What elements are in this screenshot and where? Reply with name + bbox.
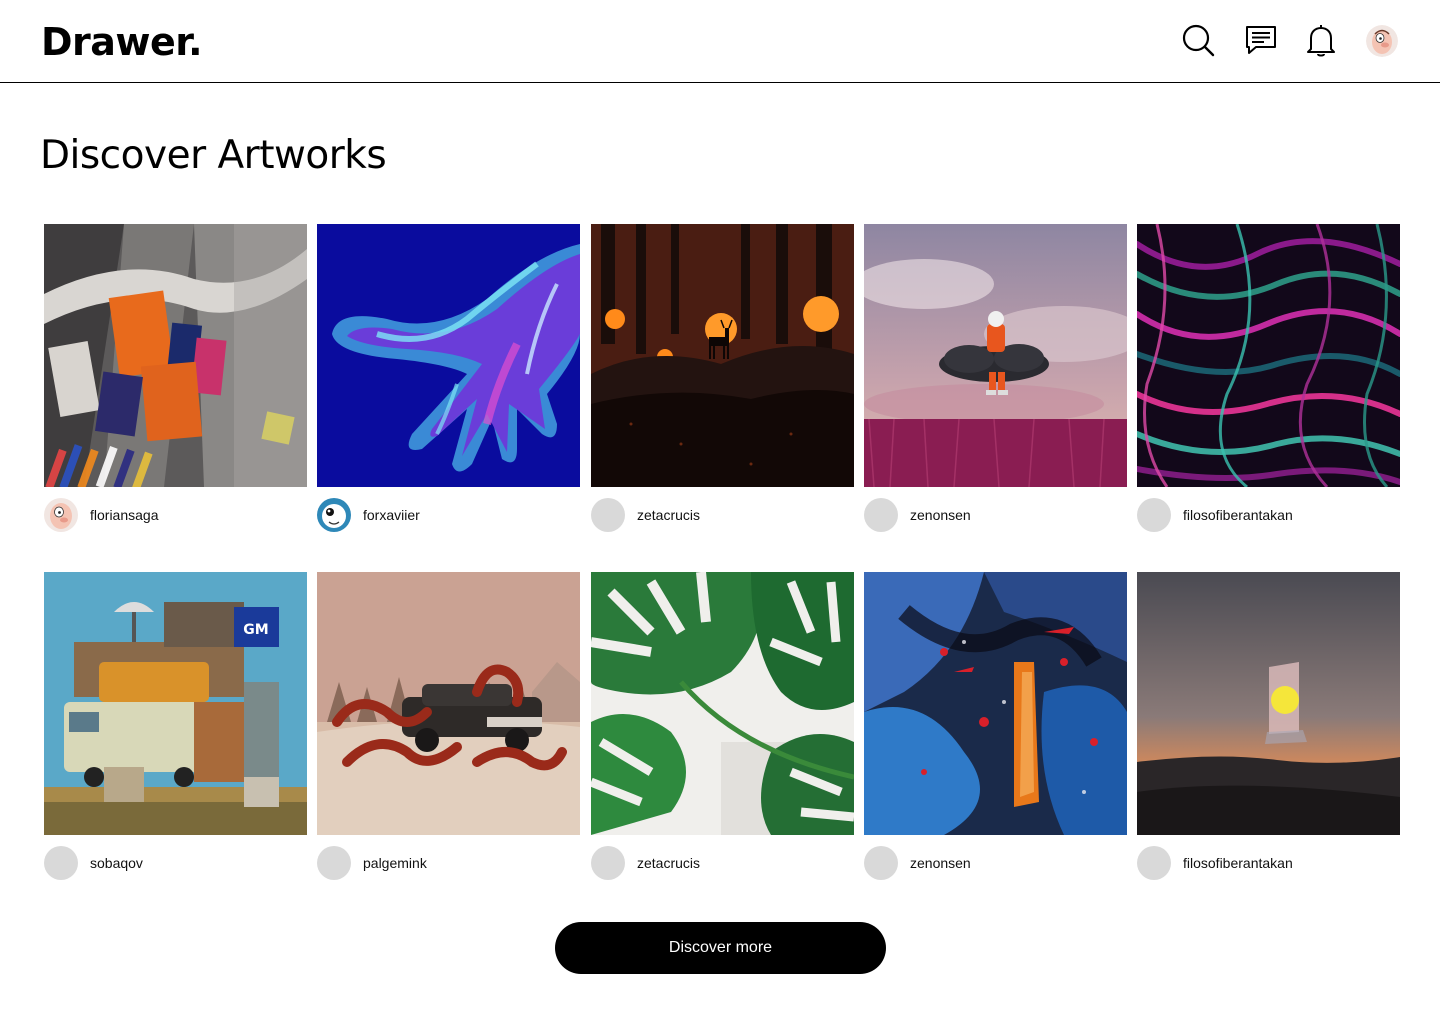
artwork-image-stacked-vans[interactable]: GM [44, 572, 307, 835]
top-navigation-bar: Drawer. [0, 0, 1440, 83]
discover-more-button[interactable]: Discover more [555, 922, 886, 974]
artist-avatar[interactable] [864, 846, 898, 880]
artist-meta: zenonsen [864, 498, 1127, 532]
artist-avatar[interactable] [864, 498, 898, 532]
artist-meta: floriansaga [44, 498, 307, 532]
artist-username[interactable]: zenonsen [910, 507, 971, 523]
artist-meta: forxaviier [317, 498, 580, 532]
artwork-card: filosofiberantakan [1137, 224, 1400, 532]
artist-avatar[interactable] [44, 498, 78, 532]
artist-avatar[interactable] [317, 846, 351, 880]
artwork-image-abstract-fabric[interactable] [44, 224, 307, 487]
artwork-image-neon-fur[interactable] [1137, 224, 1400, 487]
artwork-card: palgemink [317, 572, 580, 880]
artwork-card: forxaviier [317, 224, 580, 532]
artist-username[interactable]: sobaqov [90, 855, 143, 871]
artwork-card: filosofiberantakan [1137, 572, 1400, 880]
artist-username[interactable]: palgemink [363, 855, 427, 871]
artist-meta: sobaqov [44, 846, 307, 880]
artist-avatar[interactable] [591, 846, 625, 880]
artwork-image-forest-deer[interactable] [591, 224, 854, 487]
artist-meta: filosofiberantakan [1137, 498, 1400, 532]
artwork-card: GM sobaqov [44, 572, 307, 880]
bell-icon[interactable] [1303, 22, 1339, 58]
artwork-image-octopus-car[interactable] [317, 572, 580, 835]
artist-meta: zenonsen [864, 846, 1127, 880]
artist-username[interactable]: zetacrucis [637, 855, 700, 871]
artist-meta: zetacrucis [591, 498, 854, 532]
artwork-image-desert-portal[interactable] [1137, 572, 1400, 835]
artwork-card: zenonsen [864, 572, 1127, 880]
profile-avatar[interactable] [1366, 25, 1398, 57]
artwork-card: zetacrucis [591, 572, 854, 880]
artist-meta: zetacrucis [591, 846, 854, 880]
artist-username[interactable]: zetacrucis [637, 507, 700, 523]
artist-avatar[interactable] [44, 846, 78, 880]
artwork-image-holographic-hand[interactable] [317, 224, 580, 487]
messages-icon[interactable] [1243, 22, 1279, 58]
artist-username[interactable]: zenonsen [910, 855, 971, 871]
artwork-image-monstera[interactable] [591, 572, 854, 835]
artist-avatar[interactable] [591, 498, 625, 532]
artist-username[interactable]: floriansaga [90, 507, 159, 523]
app-logo[interactable]: Drawer. [41, 18, 203, 66]
svg-text:GM: GM [243, 622, 268, 638]
artist-username[interactable]: filosofiberantakan [1183, 507, 1293, 523]
artwork-image-blue-orange-paint[interactable] [864, 572, 1127, 835]
artist-avatar[interactable] [1137, 846, 1171, 880]
search-icon[interactable] [1180, 22, 1216, 58]
artist-avatar[interactable] [317, 498, 351, 532]
artist-meta: palgemink [317, 846, 580, 880]
page-title: Discover Artworks [40, 133, 387, 178]
artist-username[interactable]: filosofiberantakan [1183, 855, 1293, 871]
artist-avatar[interactable] [1137, 498, 1171, 532]
artwork-card: zetacrucis [591, 224, 854, 532]
artist-meta: filosofiberantakan [1137, 846, 1400, 880]
artwork-image-astronaut-cloud[interactable] [864, 224, 1127, 487]
artist-username[interactable]: forxaviier [363, 507, 420, 523]
artwork-card: floriansaga [44, 224, 307, 532]
artwork-card: zenonsen [864, 224, 1127, 532]
